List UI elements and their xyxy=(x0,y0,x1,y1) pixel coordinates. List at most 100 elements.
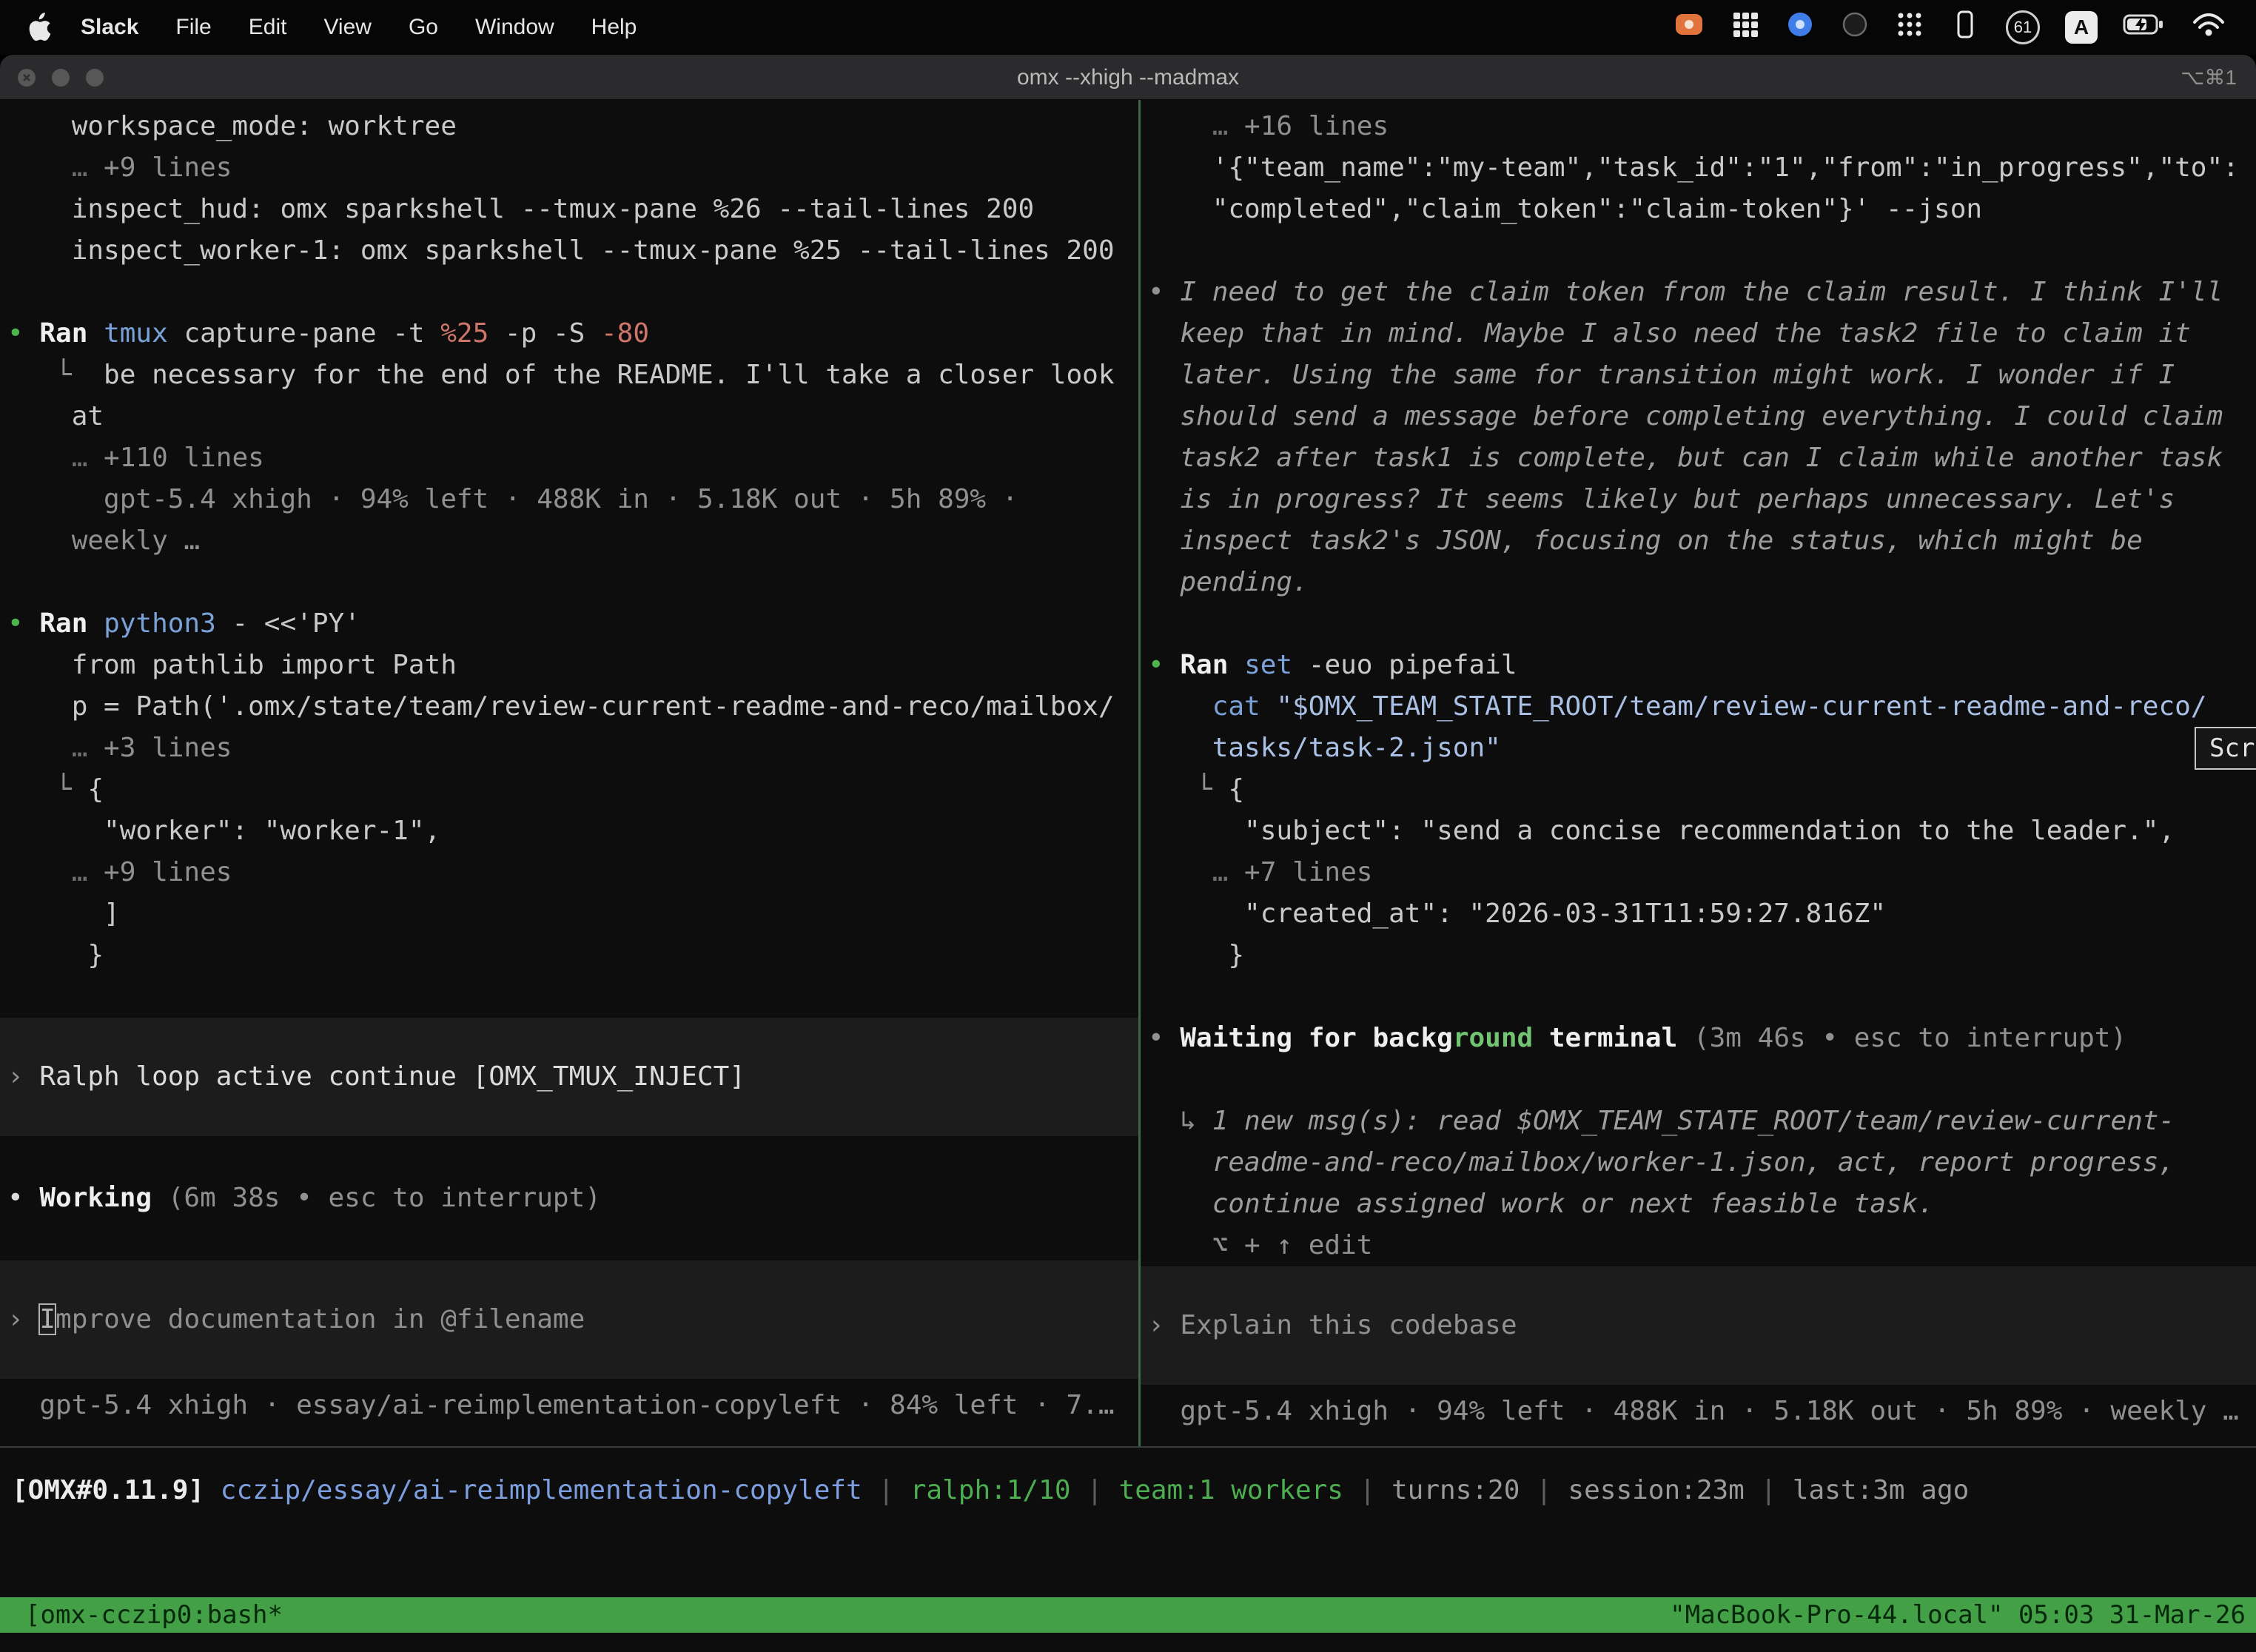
wifi-icon[interactable] xyxy=(2191,10,2226,45)
bullet: • xyxy=(7,318,39,349)
terminal-text-segment: -80 xyxy=(601,318,649,349)
terminal-line: later. Using the same for transition mig… xyxy=(1148,355,2256,396)
prompt-chevron: › xyxy=(1148,1310,1180,1340)
terminal-text-segment: Ran xyxy=(1180,650,1244,680)
terminal-text-segment: (3m 46s • esc to interrupt) xyxy=(1693,1023,2126,1053)
terminal-text-segment: Ralph loop active continue [OMX_TMUX_INJ… xyxy=(39,1061,745,1092)
terminal-text-segment: "$OMX_TEAM_STATE_ROOT/team/review-curren… xyxy=(1276,691,2206,722)
terminal-line: … +110 lines xyxy=(7,437,1138,479)
screen: { "colors": { "tmux_green": "#43a047", "… xyxy=(0,0,2256,1652)
terminal-text-segment: | xyxy=(1745,1475,1793,1505)
terminal-text-segment: keep that in mind. Maybe I also need the… xyxy=(1148,318,2191,349)
screen-recording-indicator-icon[interactable] xyxy=(1673,10,1705,45)
menu-file[interactable]: File xyxy=(157,15,229,40)
terminal-text-segment: - <<'PY' xyxy=(232,608,360,639)
terminal-line: inspect_worker-1: omx sparkshell --tmux-… xyxy=(7,230,1138,272)
terminal-text-segment: pending. xyxy=(1148,567,1309,597)
prompt-input-row[interactable]: › Improve documentation in @filename xyxy=(0,1260,1138,1379)
terminal-text-segment: Working xyxy=(39,1183,167,1213)
terminal-text-segment: } xyxy=(1148,940,1244,970)
terminal-text-segment: ] xyxy=(7,899,120,929)
bullet: • xyxy=(1148,650,1180,680)
dark-app-icon[interactable] xyxy=(1840,10,1870,45)
terminal-text-segment: … xyxy=(7,857,104,887)
terminal-text-segment: inspect_hud: omx sparkshell --tmux-pane … xyxy=(7,194,1034,224)
blue-app-icon[interactable] xyxy=(1785,10,1815,45)
terminal-text-segment: python3 xyxy=(104,608,232,639)
tree-corner: └ xyxy=(7,360,104,390)
terminal-line: └ { xyxy=(1148,769,2256,810)
bullet: • xyxy=(7,608,39,639)
terminal-text-segment: ⌥ + ↑ edit xyxy=(1148,1230,1372,1260)
terminal-line: • Ran python3 - <<'PY' xyxy=(7,603,1138,645)
phone-mirroring-icon[interactable] xyxy=(1950,9,1981,46)
terminal-line: "subject": "send a concise recommendatio… xyxy=(1148,810,2256,852)
terminal-line: '{"team_name":"my-team","task_id":"1","f… xyxy=(1148,147,2256,189)
terminal-text-segment: set xyxy=(1244,650,1309,680)
injected-prompt-row[interactable]: › Ralph loop active continue [OMX_TMUX_I… xyxy=(0,1018,1138,1136)
terminal-text-segment: round xyxy=(1453,1023,1533,1053)
menu-help[interactable]: Help xyxy=(573,15,656,40)
terminal-line: … +7 lines xyxy=(1148,852,2256,893)
terminal-text-segment: Explain this codebase xyxy=(1180,1310,1517,1340)
terminal-line: • Ran set -euo pipefail xyxy=(1148,645,2256,686)
tree-corner: └ xyxy=(7,774,87,805)
omx-hud-line: [OMX#0.11.9] cczip/essay/ai-reimplementa… xyxy=(12,1470,1969,1511)
terminal-line: should send a message before completing … xyxy=(1148,396,2256,437)
app-menus: Slack File Edit View Go Window Help xyxy=(62,15,655,40)
terminal-line: … +16 lines xyxy=(1148,106,2256,147)
input-source-icon[interactable]: A xyxy=(2065,11,2098,44)
omx-project-path: cczip/essay/ai-reimplementation-copyleft xyxy=(221,1475,862,1505)
terminal-line: from pathlib import Path xyxy=(7,645,1138,686)
tmux-status-bar: [omx-cczip0:bash* "MacBook-Pro-44.local"… xyxy=(0,1597,2256,1633)
menu-go[interactable]: Go xyxy=(390,15,457,40)
terminal-text-segment: inspect_worker-1: omx sparkshell --tmux-… xyxy=(7,235,1115,266)
terminal-text-segment: "created_at": "2026-03-31T11:59:27.816Z" xyxy=(1148,899,1886,929)
terminal-line: pending. xyxy=(1148,562,2256,603)
terminal-text-segment: … xyxy=(7,152,104,183)
apple-menu-icon[interactable] xyxy=(27,13,52,42)
terminal-line: … +9 lines xyxy=(7,852,1138,893)
terminal-line: • I need to get the claim token from the… xyxy=(1148,272,2256,313)
terminal-text-segment: later. Using the same for transition mig… xyxy=(1148,360,2175,390)
terminal-text-segment: workspace_mode: worktree xyxy=(7,111,457,141)
terminal-line: ] xyxy=(7,893,1138,935)
reply-arrow: ↳ xyxy=(1148,1106,1212,1136)
terminal-line: is in progress? It seems likely but perh… xyxy=(1148,479,2256,520)
terminal-text-segment: … xyxy=(1148,857,1244,887)
battery-percent-badge[interactable]: 61 xyxy=(2006,10,2040,44)
terminal-line: keep that in mind. Maybe I also need the… xyxy=(1148,313,2256,355)
menu-window[interactable]: Window xyxy=(457,15,573,40)
battery-icon[interactable] xyxy=(2123,10,2166,45)
terminal-text-segment: capture-pane -t xyxy=(184,318,440,349)
ralph-counter: ralph:1/10 xyxy=(910,1475,1071,1505)
terminal-line: gpt-5.4 xhigh · essay/ai-reimplementatio… xyxy=(7,1385,1138,1426)
grid-app-icon[interactable] xyxy=(1730,10,1760,45)
terminal-text-segment: { xyxy=(87,774,104,805)
terminal-pane-left[interactable]: workspace_mode: worktree … +9 lines insp… xyxy=(0,100,1138,1446)
terminal-text-segment: weekly … xyxy=(7,526,200,556)
terminal-text-segment: | xyxy=(1520,1475,1568,1505)
macos-menu-bar: Slack File Edit View Go Window Help 61 A xyxy=(0,0,2256,55)
tooltip-text: Scre xyxy=(2209,733,2256,763)
terminal-line xyxy=(7,1136,1138,1178)
window-title-bar[interactable]: omx --xhigh --madmax ⌥⌘1 xyxy=(0,55,2256,100)
terminal-line: readme-and-reco/mailbox/worker-1.json, a… xyxy=(1148,1142,2256,1183)
terminal-line: inspect_hud: omx sparkshell --tmux-pane … xyxy=(7,189,1138,230)
terminal-pane-right[interactable]: … +16 lines '{"team_name":"my-team","tas… xyxy=(1141,100,2256,1446)
terminal-line: p = Path('.omx/state/team/review-current… xyxy=(7,686,1138,728)
terminal-text-segment: from pathlib import Path xyxy=(7,650,457,680)
menu-edit[interactable]: Edit xyxy=(230,15,306,40)
dots-grid-icon[interactable] xyxy=(1895,10,1924,45)
menu-app-name[interactable]: Slack xyxy=(62,15,157,40)
terminal-line xyxy=(7,1219,1138,1260)
terminal-line: tasks/task-2.json" xyxy=(1148,728,2256,769)
menu-view[interactable]: View xyxy=(305,15,389,40)
prompt-input-row[interactable]: › Explain this codebase xyxy=(1141,1266,2256,1385)
tmux-session-label[interactable]: [omx-cczip0:bash* xyxy=(25,1600,283,1630)
terminal-text-segment: gpt-5.4 xhigh · 94% left · 488K in · 5.1… xyxy=(1148,1396,2239,1426)
terminal-text-segment: "completed","claim_token":"claim-token"}… xyxy=(1148,194,1982,224)
screen-share-tooltip: Scre xyxy=(2195,727,2256,770)
terminal-text-segment: cat xyxy=(1148,691,1276,722)
prompt-chevron: › xyxy=(7,1061,39,1092)
